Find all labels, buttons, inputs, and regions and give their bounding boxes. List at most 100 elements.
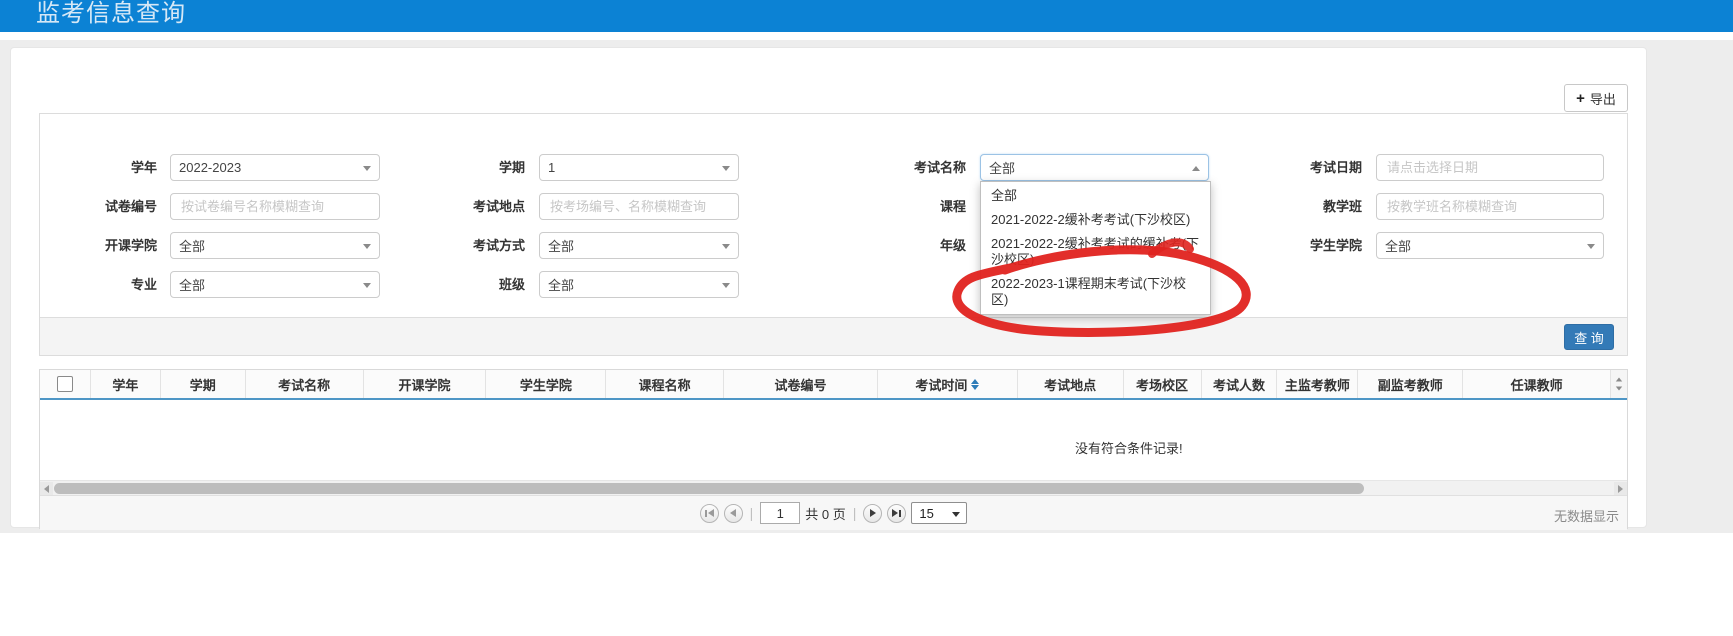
filter-label-exam-method: 考试方式 [415, 232, 525, 259]
first-page-button[interactable] [700, 504, 719, 523]
column-header-label: 试卷编号 [775, 375, 827, 394]
filter-label-student-college: 学生学院 [1252, 232, 1362, 259]
page-size-select[interactable]: 15 [911, 502, 967, 524]
column-header-副监考教师: 副监考教师 [1357, 370, 1462, 398]
dropdown-option[interactable]: 2022-2023-1课程期末考试(下沙校区) [981, 272, 1210, 312]
filter-footer: 查 询 [40, 317, 1627, 355]
page-title: 监考信息查询 [36, 0, 1733, 28]
chevron-down-icon [363, 244, 371, 249]
vertical-scrollbar[interactable] [1610, 370, 1627, 398]
scroll-left-icon[interactable] [40, 482, 53, 495]
select-offering-college[interactable]: 全部 [170, 232, 380, 259]
pager-separator: | [750, 505, 754, 521]
select-exam-method[interactable]: 全部 [539, 232, 739, 259]
next-page-button[interactable] [863, 504, 882, 523]
column-header-学年: 学年 [90, 370, 160, 398]
student-college-value: 全部 [1385, 236, 1411, 255]
column-header-label: 考试人数 [1213, 375, 1265, 394]
filter-label-course: 课程 [856, 193, 966, 220]
paper-number-field[interactable] [179, 198, 371, 215]
column-header-label: 课程名称 [639, 375, 691, 394]
table-header-row: 学年学期考试名称开课学院学生学院课程名称试卷编号考试时间考试地点考场校区考试人数… [40, 370, 1627, 400]
input-teaching-class[interactable] [1376, 193, 1604, 220]
chevron-down-icon [363, 166, 371, 171]
column-header-label: 学生学院 [520, 375, 572, 394]
pagination: | 共 0 页 | 15 [40, 496, 1627, 530]
select-exam-name[interactable]: 全部全部2021-2022-2缓补考考试(下沙校区)2021-2022-2缓补考… [980, 154, 1209, 181]
app-header: 监考信息查询 [0, 0, 1733, 32]
exam-place-field[interactable] [548, 198, 730, 215]
scroll-down-icon[interactable] [1616, 387, 1622, 391]
exam-method-value: 全部 [548, 236, 574, 255]
filter-label-exam-date: 考试日期 [1252, 154, 1362, 181]
column-header-考场校区: 考场校区 [1123, 370, 1201, 398]
exam-name-dropdown-list: 全部2021-2022-2缓补考考试(下沙校区)2021-2022-2缓补考考试… [980, 181, 1211, 315]
teaching-class-field[interactable] [1385, 198, 1595, 215]
select-major[interactable]: 全部 [170, 271, 380, 298]
school-year-value: 2022-2023 [179, 160, 241, 175]
column-header-试卷编号: 试卷编号 [723, 370, 877, 398]
scroll-up-icon[interactable] [1616, 378, 1622, 382]
empty-message: 没有符合条件记录! [1075, 438, 1183, 457]
select-semester[interactable]: 1 [539, 154, 739, 181]
select-all-checkbox[interactable] [57, 376, 73, 392]
column-header-label: 开课学院 [398, 375, 450, 394]
semester-value: 1 [548, 160, 555, 175]
filter-label-teaching-class: 教学班 [1252, 193, 1362, 220]
filter-label-grade: 年级 [856, 232, 966, 259]
filter-label-school-year: 学年 [47, 154, 157, 181]
scroll-right-icon[interactable] [1614, 482, 1627, 495]
filter-label-exam-place: 考试地点 [415, 193, 525, 220]
class-value: 全部 [548, 275, 574, 294]
filter-label-offering-college: 开课学院 [47, 232, 157, 259]
horizontal-scrollbar[interactable] [40, 480, 1627, 495]
pagination-bar: | 共 0 页 | 15 无数据显示 [40, 495, 1627, 530]
filter-label-exam-name: 考试名称 [856, 154, 966, 181]
exam-date-field[interactable] [1385, 159, 1595, 176]
column-header-考试人数: 考试人数 [1201, 370, 1277, 398]
exam-name-value: 全部 [989, 158, 1015, 177]
input-exam-place[interactable] [539, 193, 739, 220]
column-header-考试地点: 考试地点 [1017, 370, 1123, 398]
dropdown-option[interactable]: 2021-2022-2缓补考考试的缓补考(下沙校区) [981, 232, 1210, 272]
select-class[interactable]: 全部 [539, 271, 739, 298]
column-header-label: 考试地点 [1044, 375, 1096, 394]
prev-page-button[interactable] [724, 504, 743, 523]
page-root: 监考信息查询 + 导出 学年2022-2023学期1考试名称全部全部2021-2… [0, 0, 1733, 636]
chevron-down-icon [722, 244, 730, 249]
pager-separator: | [853, 505, 857, 521]
dropdown-option[interactable]: 2021-2022-2缓补考考试(下沙校区) [981, 208, 1210, 232]
filter-panel: 学年2022-2023学期1考试名称全部全部2021-2022-2缓补考考试(下… [39, 113, 1628, 356]
export-button[interactable]: + 导出 [1564, 84, 1628, 112]
offering-college-value: 全部 [179, 236, 205, 255]
column-header-label: 副监考教师 [1378, 375, 1443, 394]
chevron-down-icon [952, 512, 960, 517]
first-page-icon [708, 509, 714, 517]
total-pages-label: 共 0 页 [805, 504, 845, 523]
last-page-icon [892, 509, 898, 517]
sort-icon[interactable] [971, 379, 979, 390]
filter-label-major: 专业 [47, 271, 157, 298]
input-paper-number[interactable] [170, 193, 380, 220]
horizontal-scrollbar-thumb[interactable] [54, 483, 1364, 494]
select-school-year[interactable]: 2022-2023 [170, 154, 380, 181]
table-body: 没有符合条件记录! [40, 400, 1627, 480]
input-exam-date[interactable] [1376, 154, 1604, 181]
column-header-考试时间[interactable]: 考试时间 [877, 370, 1017, 398]
column-header-label: 考场校区 [1136, 375, 1188, 394]
select-student-college[interactable]: 全部 [1376, 232, 1604, 259]
content-card: + 导出 学年2022-2023学期1考试名称全部全部2021-2022-2缓补… [10, 47, 1647, 528]
page-number-input[interactable] [760, 502, 800, 524]
column-header-label: 任课教师 [1511, 375, 1563, 394]
column-header-课程名称: 课程名称 [605, 370, 723, 398]
chevron-down-icon [1587, 244, 1595, 249]
next-page-icon [870, 509, 876, 517]
column-header-label: 学期 [190, 375, 216, 394]
last-page-button[interactable] [887, 504, 906, 523]
dropdown-option[interactable]: 全部 [981, 184, 1210, 208]
chevron-down-icon [722, 283, 730, 288]
query-button[interactable]: 查 询 [1564, 324, 1614, 350]
column-header-任课教师: 任课教师 [1462, 370, 1610, 398]
column-header-主监考教师: 主监考教师 [1276, 370, 1357, 398]
chevron-down-icon [363, 283, 371, 288]
